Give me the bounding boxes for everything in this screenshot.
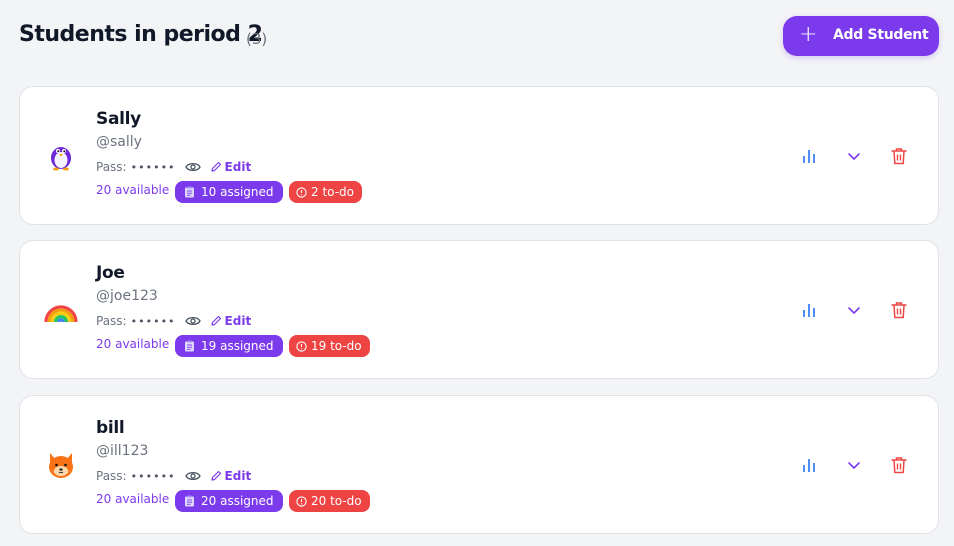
delete-button[interactable]: [888, 454, 910, 476]
todo-badge[interactable]: 2 to-do: [289, 181, 363, 203]
available-count: 20 available: [96, 337, 170, 351]
plus-icon: +: [799, 22, 818, 47]
student-name: Sally: [96, 109, 141, 129]
password-row: Pass: •••••• Edit: [96, 159, 251, 175]
pencil-icon: [210, 161, 222, 173]
student-username: @sally: [96, 134, 142, 150]
clipboard-icon: [184, 495, 195, 507]
chevron-down-icon: [847, 305, 861, 315]
todo-label: 2 to-do: [311, 185, 355, 199]
chevron-down-icon: [847, 151, 861, 161]
rainbow-icon: [44, 293, 78, 327]
chevron-down-icon: [847, 460, 861, 470]
student-username: @ill123: [96, 443, 149, 459]
pass-label: Pass:: [96, 469, 127, 483]
pass-label: Pass:: [96, 314, 127, 328]
stats-button[interactable]: [798, 454, 820, 476]
page-title: Students in period 2: [19, 22, 263, 47]
page-header: Students in period 2 (3) + Add Student: [0, 0, 954, 72]
assigned-badge[interactable]: 19 assigned: [175, 335, 283, 357]
bar-chart-icon: [801, 302, 817, 318]
edit-password-link[interactable]: Edit: [210, 314, 252, 328]
bar-chart-icon: [801, 457, 817, 473]
student-card: bill @ill123 Pass: •••••• Edit 20 availa…: [19, 395, 939, 534]
pencil-icon: [210, 470, 222, 482]
stats-button[interactable]: [798, 145, 820, 167]
eye-icon[interactable]: [184, 161, 201, 173]
trash-icon: [891, 301, 907, 319]
clipboard-icon: [184, 340, 195, 352]
pencil-icon: [210, 315, 222, 327]
todo-label: 19 to-do: [311, 339, 362, 353]
student-name: Joe: [96, 263, 125, 283]
stats-button[interactable]: [798, 299, 820, 321]
edit-label: Edit: [224, 314, 252, 328]
alert-circle-icon: [296, 495, 307, 507]
student-card: Sally @sally Pass: •••••• Edit 20 availa…: [19, 86, 939, 225]
edit-password-link[interactable]: Edit: [210, 160, 252, 174]
add-student-button[interactable]: + Add Student: [783, 16, 939, 56]
assigned-label: 19 assigned: [201, 339, 274, 353]
available-count: 20 available: [96, 183, 170, 197]
todo-badge[interactable]: 19 to-do: [289, 335, 370, 357]
assigned-badge[interactable]: 10 assigned: [175, 181, 283, 203]
edit-password-link[interactable]: Edit: [210, 469, 252, 483]
password-mask: ••••••: [130, 469, 176, 483]
available-count: 20 available: [96, 492, 170, 506]
pass-label: Pass:: [96, 160, 127, 174]
student-count: (3): [246, 30, 268, 48]
expand-button[interactable]: [843, 299, 865, 321]
clipboard-icon: [184, 186, 195, 198]
trash-icon: [891, 147, 907, 165]
assigned-badge[interactable]: 20 assigned: [175, 490, 283, 512]
eye-icon[interactable]: [184, 315, 201, 327]
edit-label: Edit: [224, 160, 252, 174]
todo-label: 20 to-do: [311, 494, 362, 508]
alert-circle-icon: [296, 340, 307, 352]
edit-label: Edit: [224, 469, 252, 483]
assigned-label: 20 assigned: [201, 494, 274, 508]
password-mask: ••••••: [130, 314, 176, 328]
add-student-label: Add Student: [833, 27, 929, 43]
delete-button[interactable]: [888, 299, 910, 321]
expand-button[interactable]: [843, 145, 865, 167]
student-name: bill: [96, 418, 125, 438]
alert-circle-icon: [296, 186, 307, 198]
eye-icon[interactable]: [184, 470, 201, 482]
assigned-label: 10 assigned: [201, 185, 274, 199]
password-row: Pass: •••••• Edit: [96, 313, 251, 329]
trash-icon: [891, 456, 907, 474]
expand-button[interactable]: [843, 454, 865, 476]
password-row: Pass: •••••• Edit: [96, 468, 251, 484]
todo-badge[interactable]: 20 to-do: [289, 490, 370, 512]
penguin-icon: [44, 139, 78, 173]
fox-icon: [44, 448, 78, 482]
password-mask: ••••••: [130, 160, 176, 174]
student-username: @joe123: [96, 288, 158, 304]
bar-chart-icon: [801, 148, 817, 164]
student-card: Joe @joe123 Pass: •••••• Edit 20 availab…: [19, 240, 939, 379]
delete-button[interactable]: [888, 145, 910, 167]
